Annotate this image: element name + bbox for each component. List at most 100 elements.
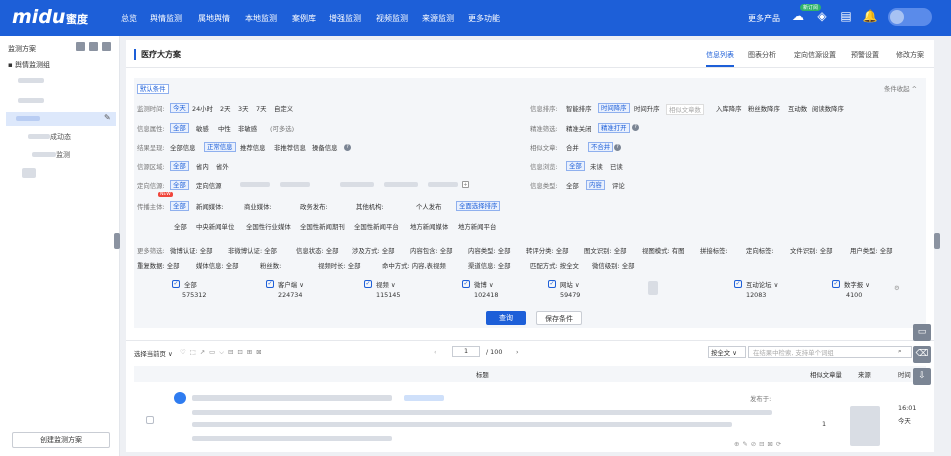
expand-icon[interactable]: + xyxy=(462,181,469,188)
more-video-length[interactable]: 视频时长: 全部 xyxy=(318,261,361,270)
media-news[interactable]: 新闻媒体: xyxy=(196,202,224,211)
settings-icon[interactable]: ⚙ xyxy=(894,284,900,292)
blurred-item[interactable] xyxy=(18,78,44,83)
media-sub-local-platform[interactable]: 地方新闻平台 xyxy=(458,222,496,231)
document-icon[interactable]: ▤ xyxy=(838,8,854,24)
bell-icon[interactable]: 🔔 xyxy=(862,8,878,24)
more-contains[interactable]: 内容包含: 全部 xyxy=(410,246,453,255)
time-custom[interactable]: 自定义 xyxy=(274,104,293,113)
similar-nomerge[interactable]: 不合并 xyxy=(588,142,614,152)
more-user-type[interactable]: 用户类型: 全部 xyxy=(850,246,893,255)
more-content-type[interactable]: 内容类型: 全部 xyxy=(468,246,511,255)
region-all[interactable]: 全部 xyxy=(170,161,189,171)
media-institution[interactable]: 其他机构: xyxy=(356,202,384,211)
default-conditions[interactable]: 默认条件 xyxy=(137,84,169,94)
toolbar-icons[interactable]: ♡⬚↗▭⌵⊟⊡⊞⊠ xyxy=(180,348,265,357)
nav-enhanced[interactable]: 增强监测 xyxy=(329,13,361,24)
tab-source-settings[interactable]: 定向信源设置 xyxy=(794,50,836,60)
help-icon[interactable]: ? xyxy=(344,144,351,151)
tab-alert[interactable]: 预警设置 xyxy=(851,50,879,60)
read-all[interactable]: 全部 xyxy=(566,161,585,171)
collapse-handle-left[interactable] xyxy=(114,233,120,249)
more-method[interactable]: 涉及方式: 全部 xyxy=(352,246,395,255)
blurred-item[interactable] xyxy=(240,182,270,187)
sidebar-group[interactable]: ▪ 舆情监测组 xyxy=(8,60,50,70)
precise-off[interactable]: 精准关闭 xyxy=(566,124,592,133)
checkbox-video[interactable]: ✓ xyxy=(364,280,372,288)
more-fans[interactable]: 粉丝数: xyxy=(260,261,281,270)
brand-logo[interactable]: midu xyxy=(12,6,65,28)
nav-case-library[interactable]: 案例库 xyxy=(292,13,316,24)
sidebar-item-a[interactable]: 成动态 xyxy=(50,132,71,142)
result-backup[interactable]: 操备信息 xyxy=(312,143,338,152)
search-icon[interactable]: ⌕ xyxy=(898,347,902,356)
checkbox-forum[interactable]: ✓ xyxy=(734,280,742,288)
nav-video[interactable]: 视频监测 xyxy=(376,13,408,24)
create-plan-button[interactable]: 创建监测方案 xyxy=(12,432,110,448)
sort-time-asc[interactable]: 时间升序 xyxy=(634,104,660,113)
checkbox-website[interactable]: ✓ xyxy=(548,280,556,288)
attr-neutral[interactable]: 中性 xyxy=(218,124,231,133)
region-out[interactable]: 省外 xyxy=(216,162,229,171)
media-sub-journal[interactable]: 全国性新闻期刊 xyxy=(300,222,345,231)
next-page-icon[interactable]: › xyxy=(516,348,519,356)
sidebar-item-b[interactable]: 监测 xyxy=(56,150,70,160)
media-tag[interactable]: 全面选择排序 xyxy=(456,201,501,211)
select-page[interactable]: 选择当前页 ∨ xyxy=(134,349,173,358)
type-content[interactable]: 内容 xyxy=(586,180,605,190)
channel-name-website[interactable]: 网站 ∨ xyxy=(560,280,580,289)
more-media[interactable]: 媒体信息: 全部 xyxy=(196,261,239,270)
read-unread[interactable]: 未读 xyxy=(590,162,603,171)
read-read[interactable]: 已读 xyxy=(610,162,623,171)
blurred-item[interactable] xyxy=(280,182,310,187)
media-sub-local[interactable]: 地方新闻媒体 xyxy=(410,222,448,231)
media-personal[interactable]: 个人发布 xyxy=(416,202,442,211)
nav-source[interactable]: 来源监测 xyxy=(422,13,454,24)
sort-read[interactable]: 阅读数降序 xyxy=(812,104,844,113)
precise-on[interactable]: 精准打开 xyxy=(598,123,630,133)
time-24h[interactable]: 24小时 xyxy=(192,104,213,113)
channel-name-newspaper[interactable]: 数字报 ∨ xyxy=(844,280,870,289)
channel-name-client[interactable]: 客户端 ∨ xyxy=(278,280,304,289)
nav-local-opinion[interactable]: 属地舆情 xyxy=(198,13,230,24)
blurred-item[interactable] xyxy=(384,182,418,187)
media-commercial[interactable]: 商业媒体: xyxy=(244,202,272,211)
row-checkbox[interactable] xyxy=(146,416,154,424)
collapse-link[interactable]: 条件收起 ^ xyxy=(884,84,917,93)
checkbox-client[interactable]: ✓ xyxy=(266,280,274,288)
sidebar-item-selected[interactable] xyxy=(6,112,116,126)
checkbox-weibo[interactable]: ✓ xyxy=(462,280,470,288)
region-in[interactable]: 省内 xyxy=(196,162,209,171)
similar-merge[interactable]: 合并 xyxy=(566,143,579,152)
blurred-source[interactable] xyxy=(850,406,880,446)
save-conditions-button[interactable]: 保存条件 xyxy=(536,311,582,325)
time-7d[interactable]: 7天 xyxy=(256,104,266,113)
type-all[interactable]: 全部 xyxy=(566,181,579,190)
source-all[interactable]: 全部 xyxy=(170,180,189,190)
more-view[interactable]: 视图模式: 有图 xyxy=(642,246,685,255)
type-comment[interactable]: 评论 xyxy=(612,181,625,190)
result-all[interactable]: 全部信息 xyxy=(170,143,196,152)
channel-name-forum[interactable]: 互动论坛 ∨ xyxy=(746,280,778,289)
row-action-icons[interactable]: ⊕✎⊘⊟⊠⟳ xyxy=(734,440,784,448)
channel-name-video[interactable]: 视频 ∨ xyxy=(376,280,396,289)
attr-nonsensitive[interactable]: 非敏感 xyxy=(238,124,257,133)
more-weibo-auth[interactable]: 微博认证: 全部 xyxy=(170,246,213,255)
time-today[interactable]: 今天 xyxy=(170,103,189,113)
channel-name-all[interactable]: 全部 xyxy=(184,280,197,289)
media-all[interactable]: 全部 xyxy=(170,201,189,211)
collapse-handle-right[interactable] xyxy=(934,233,940,249)
delete-icon[interactable]: ⌫ xyxy=(913,346,931,363)
query-button[interactable]: 查询 xyxy=(486,311,526,325)
sort-entry[interactable]: 入库降序 xyxy=(716,104,742,113)
prev-page-icon[interactable]: ‹ xyxy=(434,348,437,356)
result-recommend[interactable]: 推荐信息 xyxy=(240,143,266,152)
edit-icon[interactable]: ✎ xyxy=(104,113,111,122)
more-concat[interactable]: 拼接标签: xyxy=(700,246,728,255)
help-icon[interactable]: ? xyxy=(632,124,639,131)
more-products[interactable]: 更多产品 xyxy=(748,13,780,24)
blurred-title[interactable] xyxy=(192,395,392,401)
attr-sensitive[interactable]: 敏感 xyxy=(196,124,209,133)
cloud-upload-icon[interactable]: ☁ xyxy=(790,8,806,24)
download-icon[interactable]: ⇩ xyxy=(913,368,931,385)
